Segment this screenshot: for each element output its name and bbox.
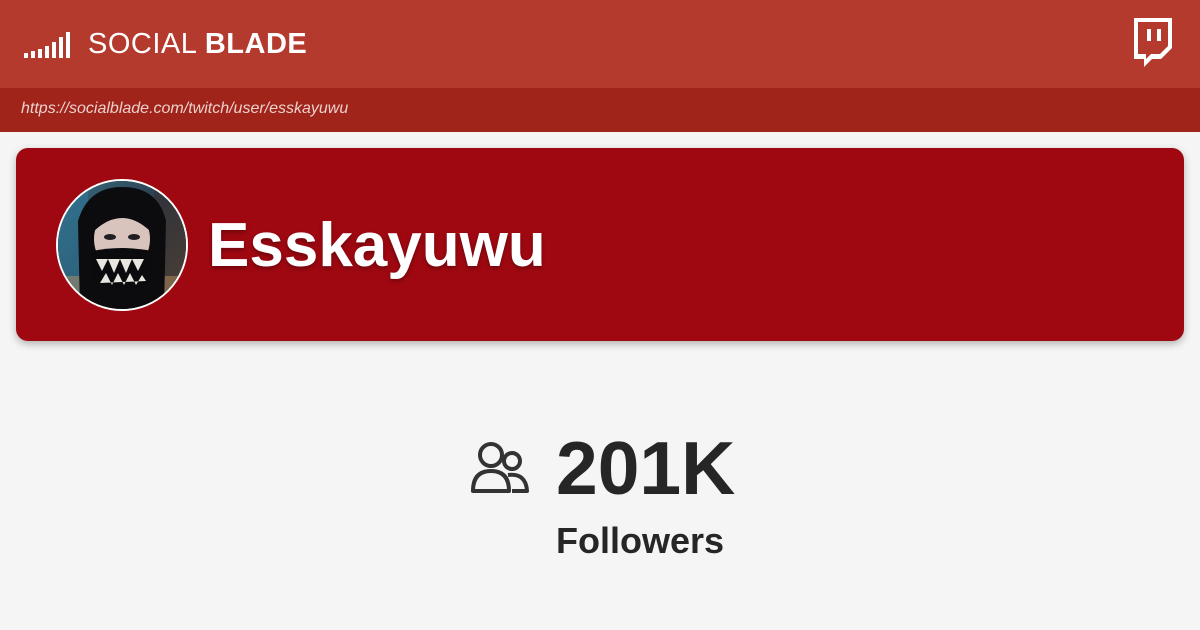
logo-text-light: SOCIAL bbox=[88, 27, 197, 60]
profile-url[interactable]: https://socialblade.com/twitch/user/essk… bbox=[21, 100, 348, 118]
header-bar: SOCIAL BLADE bbox=[0, 0, 1200, 88]
users-icon bbox=[471, 442, 529, 493]
avatar-image bbox=[58, 181, 186, 309]
logo-text: SOCIAL BLADE bbox=[88, 28, 307, 61]
followers-count: 201K bbox=[556, 426, 736, 510]
channel-avatar bbox=[56, 179, 188, 311]
profile-card: Esskayuwu bbox=[16, 148, 1184, 341]
channel-name: Esskayuwu bbox=[208, 211, 546, 280]
followers-label: Followers bbox=[556, 520, 725, 561]
signal-bars-icon bbox=[24, 32, 70, 58]
url-bar: https://socialblade.com/twitch/user/essk… bbox=[0, 88, 1200, 132]
followers-stat: 201K Followers bbox=[470, 425, 790, 565]
social-blade-logo[interactable]: SOCIAL BLADE bbox=[24, 25, 307, 63]
twitch-icon bbox=[1134, 18, 1172, 67]
logo-text-bold: BLADE bbox=[204, 27, 308, 60]
